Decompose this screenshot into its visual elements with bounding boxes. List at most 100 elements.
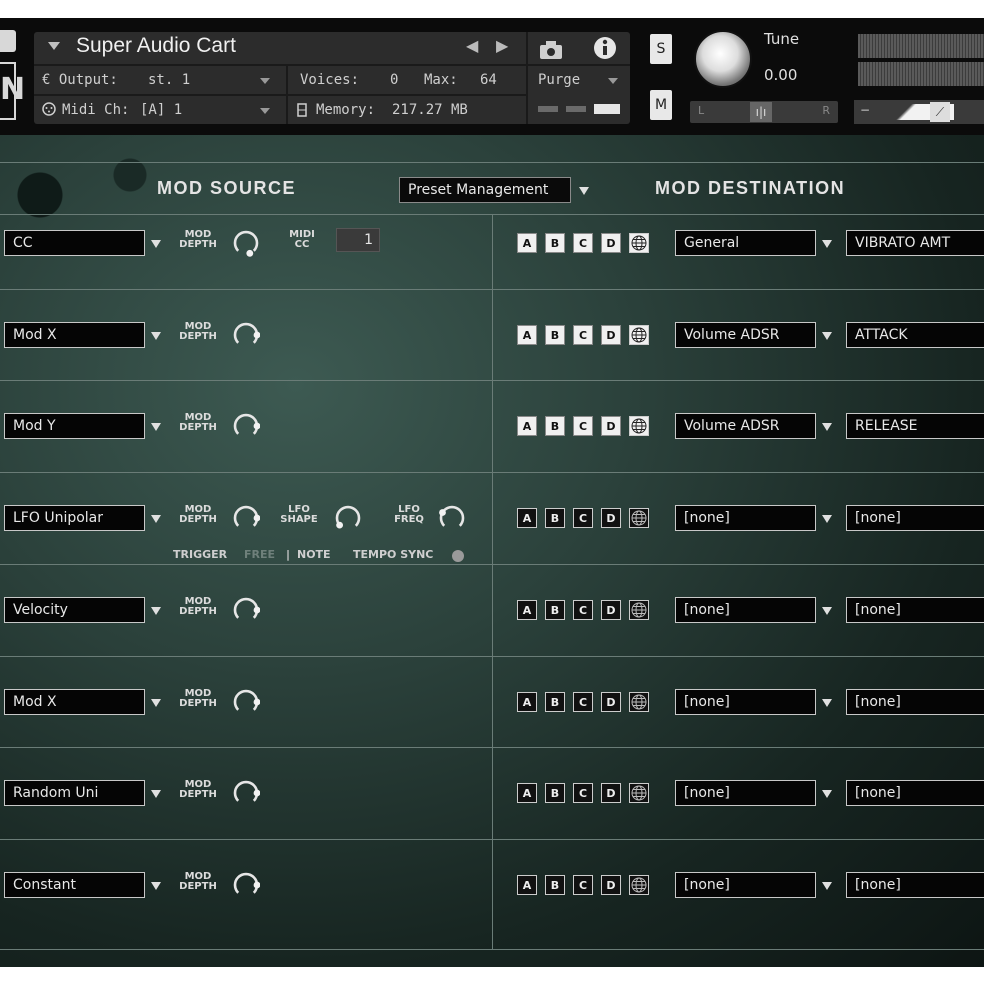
group-b-toggle[interactable]: B xyxy=(545,233,565,253)
volume-handle[interactable]: ⟋ xyxy=(930,102,950,122)
preset-dropdown-icon[interactable] xyxy=(579,187,589,195)
tune-knob[interactable] xyxy=(694,30,752,88)
destination-category-dropdown-icon[interactable] xyxy=(822,790,832,798)
lfo-freq-knob[interactable] xyxy=(438,504,466,532)
group-c-toggle[interactable]: C xyxy=(573,325,593,345)
preset-management-select[interactable]: Preset Management xyxy=(399,177,571,203)
destination-category-dropdown-icon[interactable] xyxy=(822,332,832,340)
solo-button[interactable]: S xyxy=(650,34,672,64)
mod-source-select[interactable]: Velocity xyxy=(4,597,145,623)
output-value[interactable]: st. 1 xyxy=(148,72,190,88)
group-b-toggle[interactable]: B xyxy=(545,875,565,895)
midi-channel-value[interactable]: [A] 1 xyxy=(140,102,182,118)
mute-button[interactable]: M xyxy=(650,90,672,120)
mod-depth-knob[interactable] xyxy=(232,321,261,349)
instrument-menu-caret-icon[interactable] xyxy=(48,42,60,50)
group-d-toggle[interactable]: D xyxy=(601,416,621,436)
camera-icon[interactable] xyxy=(536,36,566,64)
group-a-toggle[interactable]: A xyxy=(517,325,537,345)
mod-source-dropdown-icon[interactable] xyxy=(151,515,161,523)
mod-destination-parameter-select[interactable]: ATTACK xyxy=(846,322,984,348)
mod-destination-category-select[interactable]: [none] xyxy=(675,872,816,898)
mod-source-select[interactable]: LFO Unipolar xyxy=(4,505,145,531)
mod-source-dropdown-icon[interactable] xyxy=(151,699,161,707)
mod-source-select[interactable]: Random Uni xyxy=(4,780,145,806)
globe-icon[interactable] xyxy=(629,416,649,436)
globe-icon[interactable] xyxy=(629,325,649,345)
group-d-toggle[interactable]: D xyxy=(601,600,621,620)
mod-depth-knob[interactable] xyxy=(232,229,260,257)
mod-depth-knob[interactable] xyxy=(232,688,261,716)
mod-destination-category-select[interactable]: [none] xyxy=(675,689,816,715)
purge-label[interactable]: Purge xyxy=(538,72,580,88)
mod-destination-parameter-select[interactable]: [none] xyxy=(846,689,984,715)
output-dropdown-icon[interactable] xyxy=(260,78,270,84)
group-d-toggle[interactable]: D xyxy=(601,875,621,895)
pan-slider[interactable]: L ı|ı R xyxy=(690,101,838,123)
instrument-title[interactable]: Super Audio Cart xyxy=(76,34,236,58)
prev-instrument-icon[interactable]: ◀ xyxy=(466,36,478,55)
mod-source-dropdown-icon[interactable] xyxy=(151,607,161,615)
mod-depth-knob[interactable] xyxy=(232,779,261,807)
trigger-free-option[interactable]: FREE xyxy=(244,548,275,561)
group-c-toggle[interactable]: C xyxy=(573,875,593,895)
globe-icon[interactable] xyxy=(629,875,649,895)
destination-category-dropdown-icon[interactable] xyxy=(822,699,832,707)
mod-destination-category-select[interactable]: Volume ADSR xyxy=(675,322,816,348)
destination-category-dropdown-icon[interactable] xyxy=(822,607,832,615)
mod-destination-category-select[interactable]: [none] xyxy=(675,780,816,806)
group-a-toggle[interactable]: A xyxy=(517,875,537,895)
group-d-toggle[interactable]: D xyxy=(601,508,621,528)
group-c-toggle[interactable]: C xyxy=(573,783,593,803)
group-d-toggle[interactable]: D xyxy=(601,692,621,712)
group-b-toggle[interactable]: B xyxy=(545,783,565,803)
group-c-toggle[interactable]: C xyxy=(573,692,593,712)
mod-destination-category-select[interactable]: [none] xyxy=(675,597,816,623)
mod-destination-parameter-select[interactable]: [none] xyxy=(846,505,984,531)
destination-category-dropdown-icon[interactable] xyxy=(822,423,832,431)
group-c-toggle[interactable]: C xyxy=(573,233,593,253)
volume-slider[interactable]: − ⟋ xyxy=(854,100,984,124)
group-b-toggle[interactable]: B xyxy=(545,508,565,528)
destination-category-dropdown-icon[interactable] xyxy=(822,515,832,523)
mod-source-dropdown-icon[interactable] xyxy=(151,240,161,248)
group-c-toggle[interactable]: C xyxy=(573,600,593,620)
group-a-toggle[interactable]: A xyxy=(517,233,537,253)
pan-handle[interactable]: ı|ı xyxy=(750,102,772,122)
midi-channel-dropdown-icon[interactable] xyxy=(260,108,270,114)
group-a-toggle[interactable]: A xyxy=(517,416,537,436)
mod-source-dropdown-icon[interactable] xyxy=(151,423,161,431)
group-b-toggle[interactable]: B xyxy=(545,325,565,345)
mod-destination-parameter-select[interactable]: [none] xyxy=(846,780,984,806)
mod-destination-parameter-select[interactable]: VIBRATO AMT xyxy=(846,230,984,256)
mod-depth-knob[interactable] xyxy=(232,871,261,899)
mod-destination-category-select[interactable]: [none] xyxy=(675,505,816,531)
mod-source-select[interactable]: CC xyxy=(4,230,145,256)
group-d-toggle[interactable]: D xyxy=(601,325,621,345)
mod-depth-knob[interactable] xyxy=(232,596,261,624)
mod-source-dropdown-icon[interactable] xyxy=(151,332,161,340)
group-a-toggle[interactable]: A xyxy=(517,508,537,528)
mod-destination-category-select[interactable]: Volume ADSR xyxy=(675,413,816,439)
mod-source-dropdown-icon[interactable] xyxy=(151,882,161,890)
destination-category-dropdown-icon[interactable] xyxy=(822,882,832,890)
mod-destination-parameter-select[interactable]: [none] xyxy=(846,872,984,898)
group-b-toggle[interactable]: B xyxy=(545,600,565,620)
mod-destination-parameter-select[interactable]: [none] xyxy=(846,597,984,623)
trigger-note-option[interactable]: NOTE xyxy=(297,548,331,561)
group-c-toggle[interactable]: C xyxy=(573,508,593,528)
next-instrument-icon[interactable]: ▶ xyxy=(496,36,508,55)
globe-icon[interactable] xyxy=(629,233,649,253)
group-a-toggle[interactable]: A xyxy=(517,600,537,620)
mod-destination-parameter-select[interactable]: RELEASE xyxy=(846,413,984,439)
mod-source-select[interactable]: Mod X xyxy=(4,322,145,348)
info-icon[interactable] xyxy=(590,34,620,62)
group-a-toggle[interactable]: A xyxy=(517,783,537,803)
midi-cc-input[interactable]: 1 xyxy=(336,228,380,252)
mod-depth-knob[interactable] xyxy=(232,412,261,440)
globe-icon[interactable] xyxy=(629,508,649,528)
lfo-shape-knob[interactable] xyxy=(334,504,362,532)
max-voices-value[interactable]: 64 xyxy=(480,72,497,88)
mod-source-select[interactable]: Mod X xyxy=(4,689,145,715)
group-d-toggle[interactable]: D xyxy=(601,233,621,253)
